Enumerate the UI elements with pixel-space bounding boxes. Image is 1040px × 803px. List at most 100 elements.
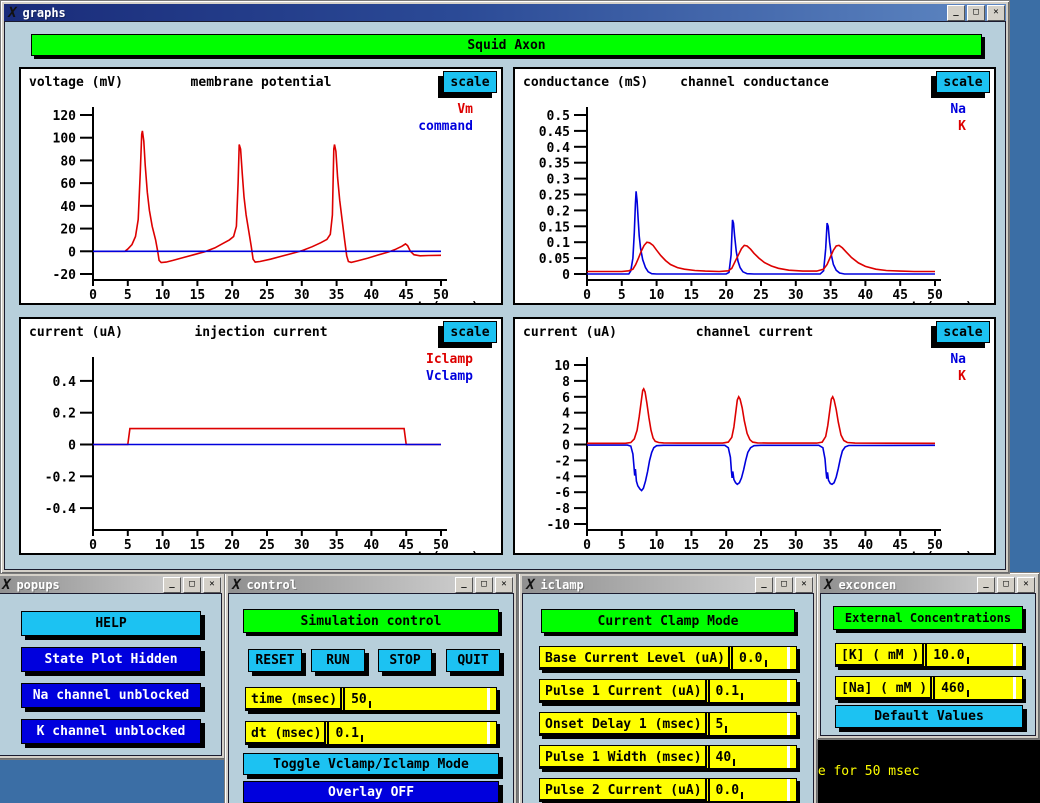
svg-text:4: 4 (562, 407, 570, 422)
scale-button[interactable]: scale (936, 321, 990, 343)
time-input[interactable]: 50 (345, 688, 487, 710)
svg-text:0: 0 (562, 268, 570, 283)
legend-entry: Na (950, 101, 966, 118)
svg-text:30: 30 (294, 538, 310, 553)
exconcen-titlebar[interactable]: X exconcen _ □ ✕ (820, 576, 1036, 593)
svg-text:-10: -10 (547, 518, 571, 533)
minimize-icon[interactable]: _ (977, 577, 995, 593)
svg-text:0.4: 0.4 (53, 375, 77, 390)
chart-legend: Na K (950, 101, 966, 135)
close-icon[interactable]: ✕ (495, 577, 513, 593)
legend-entry: Vm (418, 101, 473, 118)
svg-text:10: 10 (155, 288, 171, 303)
control-titlebar[interactable]: X control _ □ ✕ (228, 576, 514, 593)
maximize-icon[interactable]: □ (997, 577, 1015, 593)
svg-text:-2: -2 (554, 454, 570, 469)
dt-field: dt (msec)0.1 (245, 721, 497, 745)
k-concentration-input[interactable]: 10.0 (927, 644, 1013, 666)
svg-text:6: 6 (562, 391, 570, 406)
svg-text:0.35: 0.35 (539, 157, 570, 172)
toggle-clamp-mode-button[interactable]: Toggle Vclamp/Iclamp Mode (243, 753, 499, 775)
base-current-field: Base Current Level (uA)0.0 (539, 646, 797, 670)
base-current-input[interactable]: 0.0 (733, 647, 787, 669)
svg-text:35: 35 (329, 538, 345, 553)
svg-text:100: 100 (53, 132, 77, 147)
svg-text:20: 20 (718, 288, 734, 303)
help-button[interactable]: HELP (21, 611, 201, 636)
pulse1-current-field: Pulse 1 Current (uA)0.1 (539, 679, 797, 703)
svg-text:8: 8 (562, 375, 570, 390)
svg-text:25: 25 (753, 538, 769, 553)
k-channel-button[interactable]: K channel unblocked (21, 719, 201, 744)
field-label: dt (msec) (246, 722, 326, 744)
svg-text:0: 0 (68, 439, 76, 454)
svg-text:60: 60 (60, 177, 76, 192)
svg-text:0.3: 0.3 (547, 173, 570, 188)
svg-text:-0.2: -0.2 (45, 470, 76, 485)
na-channel-button[interactable]: Na channel unblocked (21, 683, 201, 708)
minimize-icon[interactable]: _ (947, 5, 965, 21)
onset-delay1-input[interactable]: 5 (710, 713, 787, 735)
default-values-button[interactable]: Default Values (835, 705, 1023, 728)
exconcen-window: X exconcen _ □ ✕ External Concentrations… (816, 572, 1040, 740)
overlay-button[interactable]: Overlay OFF (243, 781, 499, 803)
pulse2-current-input[interactable]: 0.0 (710, 779, 787, 801)
x-logo-icon: X (231, 578, 242, 592)
iclamp-titlebar[interactable]: X iclamp _ □ ✕ (522, 576, 814, 593)
maximize-icon[interactable]: □ (775, 577, 793, 593)
text-cursor (725, 726, 727, 733)
svg-text:5: 5 (618, 538, 626, 553)
svg-text:20: 20 (224, 288, 240, 303)
svg-text:40: 40 (364, 288, 380, 303)
maximize-icon[interactable]: □ (475, 577, 493, 593)
scale-button[interactable]: scale (443, 321, 497, 343)
chart-title: membrane potential (21, 75, 501, 90)
legend-entry: Vclamp (426, 368, 473, 385)
maximize-icon[interactable]: □ (967, 5, 985, 21)
na-concentration-input[interactable]: 460 (935, 677, 1013, 699)
svg-text:30: 30 (788, 288, 804, 303)
minimize-icon[interactable]: _ (455, 577, 473, 593)
k-concentration-field: [K] ( mM )10.0 (835, 643, 1023, 667)
svg-text:25: 25 (259, 538, 275, 553)
svg-text:-8: -8 (554, 502, 570, 517)
legend-entry: Iclamp (426, 351, 473, 368)
svg-text:-6: -6 (554, 486, 570, 501)
close-icon[interactable]: ✕ (203, 577, 221, 593)
chart-channel-conductance: 0.50.450.40.350.30.250.20.150.10.0500510… (513, 67, 996, 305)
legend-entry: Na (950, 351, 966, 368)
svg-text:5: 5 (124, 288, 132, 303)
scale-button[interactable]: scale (936, 71, 990, 93)
quit-button[interactable]: QUIT (446, 649, 500, 672)
text-cursor (765, 660, 767, 667)
svg-text:t (msec): t (msec) (910, 550, 973, 553)
close-icon[interactable]: ✕ (1017, 577, 1035, 593)
squid-axon-banner: Squid Axon (31, 34, 982, 56)
graphs-titlebar[interactable]: X graphs _ □ ✕ (4, 4, 1006, 21)
minimize-icon[interactable]: _ (755, 577, 773, 593)
svg-text:0.15: 0.15 (539, 220, 570, 235)
close-icon[interactable]: ✕ (987, 5, 1005, 21)
reset-button[interactable]: RESET (248, 649, 302, 672)
run-button[interactable]: RUN (311, 649, 365, 672)
pulse1-width-input[interactable]: 40 (710, 746, 787, 768)
svg-text:-4: -4 (554, 470, 570, 485)
x-logo-icon: X (7, 6, 18, 20)
close-icon[interactable]: ✕ (795, 577, 813, 593)
svg-text:10: 10 (649, 288, 665, 303)
popups-titlebar[interactable]: X popups _ □ ✕ (0, 576, 222, 593)
terminal-line: be for 50 msec (810, 764, 920, 779)
simulation-control-header: Simulation control (243, 609, 499, 633)
maximize-icon[interactable]: □ (183, 577, 201, 593)
pulse1-current-input[interactable]: 0.1 (710, 680, 787, 702)
chart-canvas: 1086420-2-4-6-8-1005101520253035404550t … (515, 319, 994, 553)
chart-legend: Na K (950, 351, 966, 385)
chart-channel-current: 1086420-2-4-6-8-1005101520253035404550t … (513, 317, 996, 555)
state-plot-button[interactable]: State Plot Hidden (21, 647, 201, 672)
scale-button[interactable]: scale (443, 71, 497, 93)
text-cursor (967, 690, 969, 697)
stop-button[interactable]: STOP (378, 649, 432, 672)
minimize-icon[interactable]: _ (163, 577, 181, 593)
svg-text:25: 25 (259, 288, 275, 303)
dt-input[interactable]: 0.1 (329, 722, 487, 744)
